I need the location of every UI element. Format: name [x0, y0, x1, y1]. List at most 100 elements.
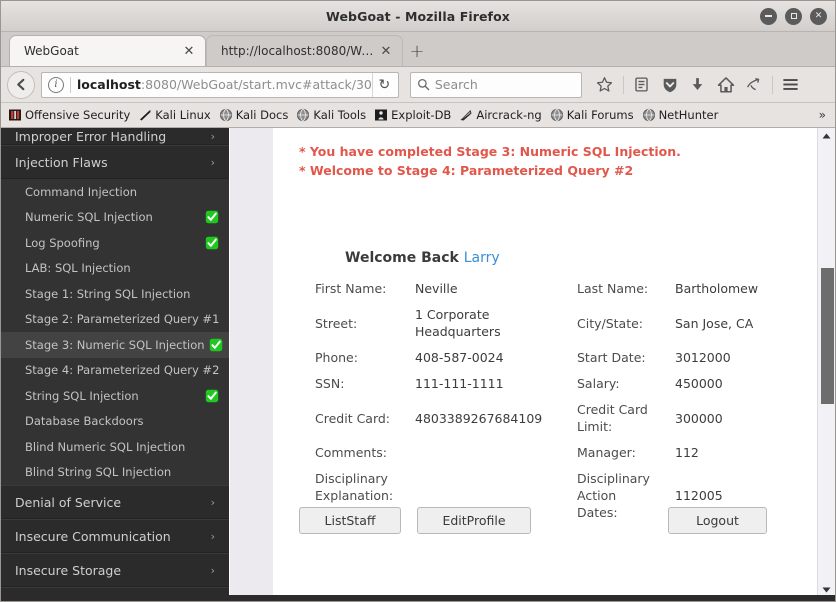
tab-close-icon[interactable]: ✕ [378, 43, 394, 59]
bookmark-nethunter[interactable]: NetHunter [638, 105, 723, 126]
hamburger-menu-icon[interactable] [778, 72, 804, 98]
bookmark-star-icon[interactable] [592, 72, 618, 98]
sidebar-lesson-item[interactable]: Database Backdoors [1, 408, 229, 434]
field-value: 112005 [675, 488, 723, 503]
chevron-right-icon: › [210, 130, 215, 143]
window-titlebar: WebGoat - Mozilla Firefox ✕ [1, 1, 835, 32]
bookmark-exploit-db[interactable]: Exploit-DB [370, 105, 455, 126]
bookmarks-overflow-icon[interactable]: » [813, 108, 832, 122]
home-icon[interactable] [713, 72, 739, 98]
sidebar-lesson-label: LAB: SQL Injection [25, 261, 131, 276]
bookmark-offensive-security[interactable]: Offensive Security [4, 105, 134, 126]
sidebar-category-injection-flaws[interactable]: Injection Flaws › [1, 145, 229, 179]
sidebar-lesson-item[interactable]: Command Injection [1, 179, 229, 205]
completed-check-icon [205, 211, 219, 224]
field-value: 3012000 [675, 350, 731, 365]
globe-icon [297, 108, 310, 122]
welcome-username: Larry [463, 250, 500, 266]
search-icon [417, 78, 430, 91]
profile-field-phone: Phone: 408-587-0024 [315, 349, 577, 366]
toolbar-divider [771, 75, 773, 94]
tab-localhost[interactable]: http://localhost:8080/We... ✕ [206, 35, 403, 66]
profile-field-ssn: SSN: 111-111-1111 [315, 375, 577, 392]
profile-field-first-name: First Name: Neville [315, 280, 577, 297]
field-value: 300000 [675, 410, 723, 426]
editprofile-button[interactable]: EditProfile [417, 507, 531, 534]
field-label: Last Name: [577, 281, 649, 296]
sidebar-lesson-label: Stage 1: String SQL Injection [25, 286, 191, 301]
sidebar-category-label: Denial of Service [15, 494, 122, 510]
back-button[interactable] [7, 70, 35, 99]
sidebar-lesson-label: Command Injection [25, 184, 138, 199]
kali-dragon-icon [140, 110, 152, 121]
completed-check-icon [205, 236, 219, 249]
field-label: Street: [315, 315, 358, 331]
liststaff-button[interactable]: ListStaff [299, 507, 401, 534]
tab-close-icon[interactable]: ✕ [181, 43, 197, 59]
toolbar-divider [622, 75, 624, 94]
site-info-icon[interactable]: i [48, 76, 64, 93]
search-bar[interactable]: Search [409, 71, 582, 98]
page-scroll-up-icon[interactable] [818, 128, 836, 144]
field-label: Start Date: [577, 350, 646, 365]
aircrack-icon [460, 110, 472, 121]
bookmark-label: Offensive Security [25, 108, 131, 122]
sidebar-category-item[interactable]: Insecure Communication › [1, 519, 229, 553]
field-value: 112 [675, 445, 699, 460]
reader-list-icon[interactable] [629, 72, 655, 98]
tab-webgoat[interactable]: WebGoat ✕ [9, 35, 206, 66]
field-value: Bartholomew [675, 281, 759, 296]
sidebar-lesson-item[interactable]: Stage 1: String SQL Injection [1, 281, 229, 307]
alert-line-welcome: * Welcome to Stage 4: Parameterized Quer… [299, 163, 634, 178]
sidebar-lesson-item[interactable]: LAB: SQL Injection [1, 255, 229, 281]
sidebar-lesson-item[interactable]: String SQL Injection [1, 383, 229, 409]
chevron-right-icon: › [210, 563, 215, 577]
sync-icon[interactable] [741, 72, 767, 98]
sidebar-category-improper-error-handling[interactable]: Improper Error Handling › [1, 128, 229, 145]
close-button[interactable]: ✕ [810, 7, 827, 25]
completed-check-icon [209, 338, 222, 351]
minimize-button[interactable] [760, 7, 777, 25]
maximize-button[interactable] [785, 7, 802, 25]
sidebar-lesson-label: Numeric SQL Injection [25, 210, 153, 225]
url-host: localhost [77, 77, 141, 92]
profile-field-credit-card-limit: Credit Card Limit: 300000 [577, 401, 723, 435]
sidebar-lesson-label: Blind String SQL Injection [25, 465, 172, 480]
url-path: :8080/WebGoat/start.mvc#attack/30 [140, 77, 372, 92]
bookmark-kali-docs[interactable]: Kali Docs [215, 105, 293, 126]
new-tab-button[interactable]: + [403, 36, 431, 66]
field-label: Manager: [577, 445, 636, 460]
sidebar-category-item[interactable]: Denial of Service › [1, 485, 229, 519]
sidebar-lesson-item[interactable]: Blind String SQL Injection [1, 459, 229, 485]
bookmark-kali-linux[interactable]: Kali Linux [134, 105, 214, 126]
sidebar-lesson-item[interactable]: Stage 4: Parameterized Query #2 [1, 357, 229, 383]
sidebar-category-item[interactable]: Insecure Storage › [1, 553, 229, 587]
field-value: 450000 [675, 376, 723, 391]
logout-button[interactable]: Logout [668, 507, 767, 534]
sidebar-lesson-item[interactable]: Blind Numeric SQL Injection [1, 434, 229, 460]
sidebar-lesson-item[interactable]: Stage 3: Numeric SQL Injection [1, 332, 229, 358]
sidebar-lesson-item[interactable]: Numeric SQL Injection [1, 204, 229, 230]
page-viewport: Improper Error Handling › Injection Flaw… [1, 128, 835, 598]
chevron-right-icon: › [210, 155, 215, 169]
reload-icon[interactable]: ↻ [371, 72, 396, 97]
profile-row: First Name: Neville Last Name: Bartholom… [315, 280, 815, 297]
bookmark-label: Kali Tools [313, 108, 367, 122]
page-scrollbar-thumb[interactable] [821, 268, 834, 404]
sidebar-lesson-item[interactable]: Log Spoofing [1, 230, 229, 256]
shield-pocket-icon[interactable] [657, 72, 683, 98]
field-value: 111-111-1111 [415, 376, 504, 391]
page-scrollbar-vertical[interactable] [817, 128, 835, 598]
url-bar[interactable]: i localhost:8080/WebGoat/start.mvc#attac… [41, 71, 399, 98]
alert-line-completed: * You have completed Stage 3: Numeric SQ… [299, 144, 681, 159]
bookmark-kali-tools[interactable]: Kali Tools [292, 105, 370, 126]
bookmark-aircrack-ng[interactable]: Aircrack-ng [455, 105, 545, 126]
employee-profile-grid: First Name: Neville Last Name: Bartholom… [299, 280, 815, 534]
sidebar-category-list: Denial of Service › Insecure Communication… [1, 485, 229, 598]
downloads-icon[interactable] [685, 72, 711, 98]
field-label: Phone: [315, 350, 358, 365]
sidebar-lesson-item[interactable]: Stage 2: Parameterized Query #1 [1, 306, 229, 332]
bookmark-kali-forums[interactable]: Kali Forums [546, 105, 638, 126]
sidebar-lesson-label: Log Spoofing [25, 235, 100, 250]
sidebar-lesson-label: Blind Numeric SQL Injection [25, 439, 186, 454]
